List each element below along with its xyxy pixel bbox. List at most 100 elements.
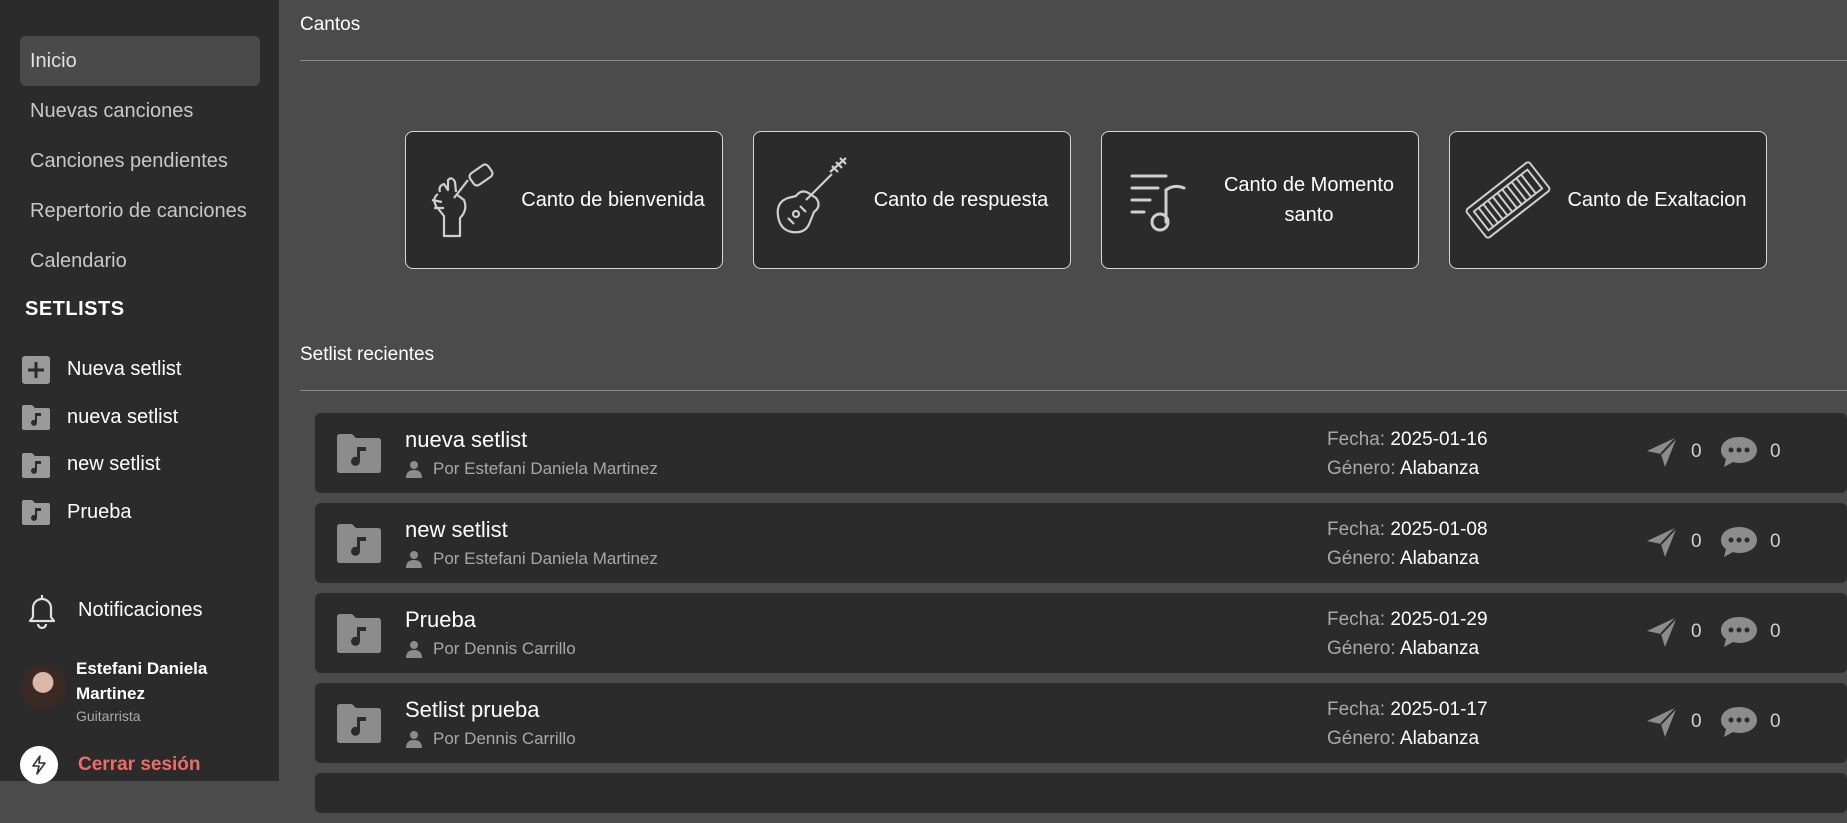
- music-lines-note-icon: [1110, 150, 1210, 250]
- genero-label: Género:: [1327, 638, 1396, 659]
- share-button[interactable]: 0: [1645, 705, 1702, 739]
- main-content: Cantos Canto de bienvenida Canto de resp…: [279, 0, 1847, 813]
- nav-item-nuevas-canciones[interactable]: Nuevas canciones: [20, 86, 260, 136]
- share-count: 0: [1691, 441, 1702, 462]
- fecha-label: Fecha:: [1327, 429, 1386, 450]
- setlist-author: Por Dennis Carrillo: [405, 729, 576, 749]
- electric-guitar-icon: [762, 150, 862, 250]
- sidebar-setlist-item[interactable]: new setlist: [22, 441, 182, 489]
- divider: [300, 60, 1847, 61]
- avatar: [20, 664, 66, 710]
- new-setlist-label: Nueva setlist: [67, 358, 182, 381]
- genero-label: Género:: [1327, 458, 1396, 479]
- setlist-author: Por Estefani Daniela Martinez: [405, 459, 658, 479]
- logout-button[interactable]: Cerrar sesión: [20, 746, 201, 784]
- music-folder-icon: [22, 497, 54, 527]
- divider: [300, 390, 1847, 391]
- setlist-meta: Fecha: 2025-01-08 Género: Alabanza: [1327, 515, 1488, 573]
- setlist-title[interactable]: Prueba: [405, 607, 476, 633]
- send-icon: [1647, 436, 1678, 467]
- setlist-title[interactable]: Setlist prueba: [405, 697, 540, 723]
- setlist-meta: Fecha: 2025-01-17 Género: Alabanza: [1327, 695, 1488, 753]
- canto-card-respuesta[interactable]: Canto de respuesta: [753, 131, 1071, 269]
- notifications-label: Notificaciones: [78, 598, 203, 621]
- music-folder-icon: [22, 450, 54, 480]
- recent-setlists-heading: Setlist recientes: [300, 344, 435, 365]
- comments-button[interactable]: 0: [1720, 525, 1781, 559]
- user-role: Guitarrista: [76, 708, 141, 724]
- music-folder-icon: [337, 523, 381, 568]
- canto-card-label: Canto de Momento santo: [1223, 174, 1395, 226]
- table-row[interactable]: new setlist Por Estefani Daniela Martine…: [315, 503, 1847, 583]
- author-name: Por Dennis Carrillo: [433, 729, 576, 748]
- share-count: 0: [1691, 531, 1702, 552]
- music-folder-icon: [337, 703, 381, 748]
- share-button[interactable]: 0: [1645, 525, 1702, 559]
- table-row[interactable]: [315, 773, 1847, 813]
- genero-label: Género:: [1327, 728, 1396, 749]
- comment-icon: [1721, 707, 1757, 737]
- send-icon: [1647, 616, 1678, 647]
- notifications-button[interactable]: Notificaciones: [22, 590, 203, 630]
- genero-value: Alabanza: [1399, 638, 1480, 659]
- share-count: 0: [1691, 621, 1702, 642]
- music-folder-icon: [22, 402, 54, 432]
- nav-item-canciones-pendientes[interactable]: Canciones pendientes: [20, 136, 260, 186]
- canto-card-bienvenida[interactable]: Canto de bienvenida: [405, 131, 723, 269]
- user-profile[interactable]: Estefani Daniela Martinez Guitarrista: [20, 656, 216, 724]
- cantos-heading: Cantos: [300, 14, 361, 35]
- music-folder-icon: [337, 613, 381, 658]
- nav-item-inicio[interactable]: Inicio: [20, 36, 260, 86]
- canto-card-momento-santo[interactable]: Canto de Momento santo: [1101, 131, 1419, 269]
- fecha-value: 2025-01-29: [1390, 609, 1488, 630]
- user-icon: [405, 640, 423, 658]
- nav-item-calendario[interactable]: Calendario: [20, 236, 260, 286]
- sidebar-setlist-label: new setlist: [67, 453, 161, 476]
- comment-icon: [1721, 617, 1757, 647]
- setlist-meta: Fecha: 2025-01-16 Género: Alabanza: [1327, 425, 1488, 483]
- sidebar-setlist-label: Prueba: [67, 500, 132, 523]
- send-icon: [1647, 526, 1678, 557]
- microphone-hand-icon: [414, 150, 514, 250]
- comments-button[interactable]: 0: [1720, 615, 1781, 649]
- canto-card-label: Canto de respuesta: [873, 189, 1049, 211]
- music-folder-icon: [337, 433, 381, 478]
- comment-icon: [1721, 527, 1757, 557]
- table-row[interactable]: Setlist prueba Por Dennis Carrillo Fecha…: [315, 683, 1847, 763]
- comment-count: 0: [1770, 711, 1781, 732]
- comments-button[interactable]: 0: [1720, 705, 1781, 739]
- fecha-label: Fecha:: [1327, 519, 1386, 540]
- comments-button[interactable]: 0: [1720, 435, 1781, 469]
- canto-cards: Canto de bienvenida Canto de respuesta C…: [405, 131, 1767, 269]
- canto-card-exaltacion[interactable]: Canto de Exaltacion: [1449, 131, 1767, 269]
- share-button[interactable]: 0: [1645, 435, 1702, 469]
- table-row[interactable]: nueva setlist Por Estefani Daniela Marti…: [315, 413, 1847, 493]
- genero-value: Alabanza: [1399, 728, 1480, 749]
- new-setlist-button[interactable]: Nueva setlist: [22, 346, 182, 394]
- setlists-list: Nueva setlist nueva setlist new setlist …: [22, 346, 182, 536]
- genero-value: Alabanza: [1399, 458, 1480, 479]
- genero-label: Género:: [1327, 548, 1396, 569]
- plus-icon: [22, 355, 54, 385]
- genero-value: Alabanza: [1399, 548, 1480, 569]
- fecha-label: Fecha:: [1327, 699, 1386, 720]
- sidebar-setlist-label: nueva setlist: [67, 405, 179, 428]
- sidebar-setlist-item[interactable]: nueva setlist: [22, 394, 182, 442]
- author-name: Por Estefani Daniela Martinez: [433, 549, 658, 568]
- user-name: Estefani Daniela Martinez: [76, 659, 208, 703]
- recent-setlists: nueva setlist Por Estefani Daniela Marti…: [315, 413, 1847, 823]
- table-row[interactable]: Prueba Por Dennis Carrillo Fecha: 2025-0…: [315, 593, 1847, 673]
- setlist-title[interactable]: new setlist: [405, 517, 508, 543]
- share-count: 0: [1691, 711, 1702, 732]
- setlist-title[interactable]: nueva setlist: [405, 427, 527, 453]
- sidebar-setlist-item[interactable]: Prueba: [22, 489, 182, 537]
- share-button[interactable]: 0: [1645, 615, 1702, 649]
- author-name: Por Estefani Daniela Martinez: [433, 459, 658, 478]
- keyboard-icon: [1458, 150, 1558, 250]
- setlists-heading: SETLISTS: [25, 298, 125, 320]
- setlist-author: Por Estefani Daniela Martinez: [405, 549, 658, 569]
- main-nav: Inicio Nuevas canciones Canciones pendie…: [20, 36, 260, 286]
- fecha-label: Fecha:: [1327, 609, 1386, 630]
- lightning-icon: [20, 746, 58, 784]
- nav-item-repertorio[interactable]: Repertorio de canciones: [20, 186, 260, 236]
